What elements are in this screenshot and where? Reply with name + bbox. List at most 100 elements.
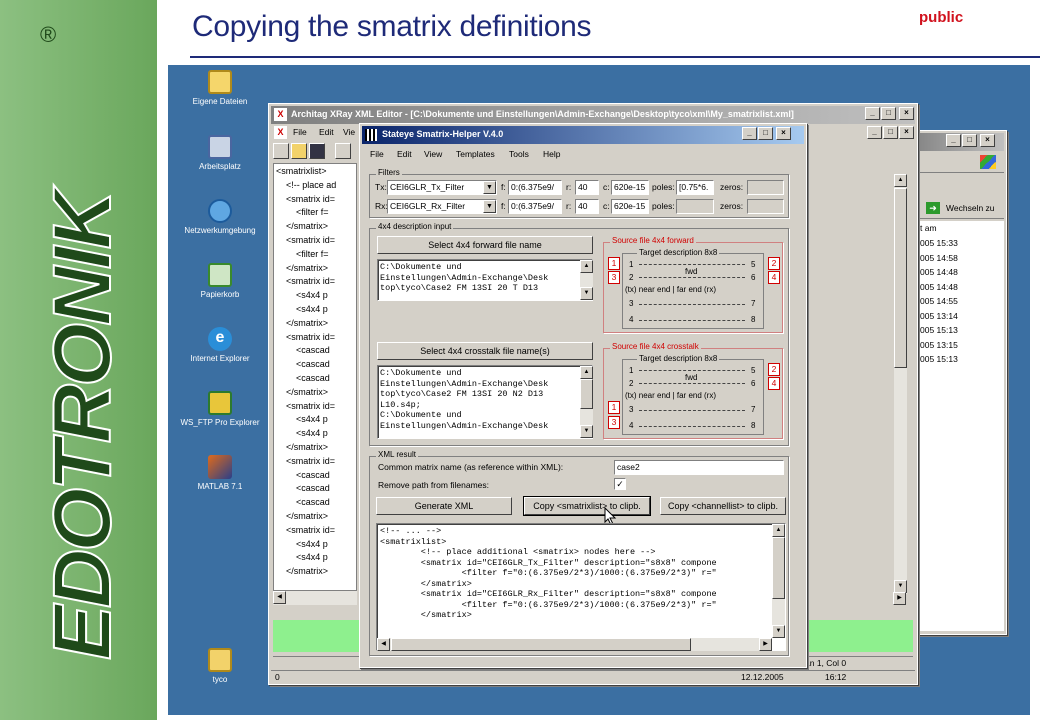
scroll-thumb[interactable] (391, 638, 691, 651)
scroll-right-button[interactable]: ▶ (759, 638, 772, 651)
fwd-src-port-2[interactable]: 2 (768, 257, 780, 270)
xml-tree-line[interactable]: </smatrix> (286, 442, 328, 452)
menu-templates[interactable]: Templates (456, 149, 495, 159)
xt-src-port-2[interactable]: 2 (768, 363, 780, 376)
file-date[interactable]: 005 14:58 (920, 253, 958, 263)
save-icon[interactable] (309, 143, 325, 159)
xml-tree-line[interactable]: <s4x4 p (296, 552, 328, 562)
scroll-up-button[interactable]: ▲ (580, 366, 593, 379)
doc-restore-button[interactable]: □ (883, 126, 898, 139)
menu-edit[interactable]: Edit (397, 149, 412, 159)
xml-tree-line[interactable]: <cascad (296, 483, 330, 493)
xml-tree-line[interactable]: </smatrix> (286, 318, 328, 328)
xml-tree-line[interactable]: <cascad (296, 359, 330, 369)
scroll-up-button[interactable]: ▲ (894, 174, 907, 187)
scroll-down-button[interactable]: ▼ (580, 287, 593, 300)
wechseln-button[interactable]: Wechseln zu (946, 203, 995, 213)
scroll-down-button[interactable]: ▼ (580, 425, 593, 438)
minimize-button[interactable]: _ (946, 134, 961, 147)
maximize-button[interactable]: □ (962, 134, 977, 147)
xml-tree-line[interactable]: <smatrix id= (286, 332, 335, 342)
xt-src-port-1[interactable]: 1 (608, 401, 620, 414)
xml-tree-line[interactable]: <s4x4 p (296, 428, 328, 438)
desktop-icon-eigene-dateien[interactable]: Eigene Dateien (170, 70, 270, 106)
xml-tree-line[interactable]: <smatrix id= (286, 194, 335, 204)
rx-filter-select[interactable]: CEI6GLR_Rx_Filter ▼ (387, 199, 497, 214)
scroll-left-button[interactable]: ◀ (273, 591, 286, 604)
file-date[interactable]: 005 13:15 (920, 340, 958, 350)
xml-tree-line[interactable]: </smatrix> (286, 387, 328, 397)
xml-tree-line[interactable]: </smatrix> (286, 221, 328, 231)
forward-file-textarea[interactable]: C:\Dokumente und Einstellungen\Admin-Exc… (377, 259, 593, 301)
xml-tree-line[interactable]: <cascad (296, 497, 330, 507)
menu-file[interactable]: File (370, 149, 384, 159)
xml-tree-line[interactable]: <filter f= (296, 249, 329, 259)
menu-file[interactable]: File (293, 127, 307, 137)
column-header[interactable]: t am (920, 223, 937, 233)
xml-hscrollbar[interactable]: ◀ (273, 591, 357, 605)
print-icon[interactable] (335, 143, 351, 159)
copy-channellist-button[interactable]: Copy <channellist> to clipb. (660, 497, 786, 515)
xml-tree-line[interactable]: <!-- place ad (286, 180, 336, 190)
desktop-icon-matlab[interactable]: MATLAB 7.1 (170, 455, 270, 491)
scroll-right-button[interactable]: ▶ (893, 592, 906, 605)
xml-tree-line[interactable]: <s4x4 p (296, 414, 328, 424)
desktop-icon-tyco[interactable]: tyco (170, 648, 270, 684)
smatrix-helper-window[interactable]: Stateye Smatrix-Helper V.4.0 _ □ × File … (359, 123, 807, 668)
tx-c-input[interactable]: 620e-15 (611, 180, 649, 195)
xml-tree-line[interactable]: <filter f= (296, 207, 329, 217)
xml-result-vscrollbar[interactable]: ▲ ▼ (772, 524, 785, 638)
scroll-up-button[interactable]: ▲ (772, 524, 785, 537)
minimize-button[interactable]: _ (865, 107, 880, 120)
file-date[interactable]: 005 15:13 (920, 325, 958, 335)
scroll-thumb[interactable] (894, 188, 907, 368)
xml-tree-line[interactable]: <smatrix id= (286, 235, 335, 245)
copy-smatrixlist-button[interactable]: Copy <smatrixlist> to clipb. (524, 497, 650, 515)
xml-tree-line[interactable]: <cascad (296, 345, 330, 355)
xml-tree-line[interactable]: </smatrix> (286, 511, 328, 521)
scroll-down-button[interactable]: ▼ (772, 625, 785, 638)
generate-xml-button[interactable]: Generate XML (376, 497, 512, 515)
file-date[interactable]: 005 14:55 (920, 296, 958, 306)
xt-src-port-4[interactable]: 4 (768, 377, 780, 390)
xml-editor-titlebar[interactable]: Architag XRay XML Editor - [C:\Dokumente… (271, 106, 915, 124)
menu-edit[interactable]: Edit (319, 127, 334, 137)
desktop-icon-internet-explorer[interactable]: e Internet Explorer (170, 327, 270, 363)
fwd-src-port-1[interactable]: 1 (608, 257, 620, 270)
helper-titlebar[interactable]: Stateye Smatrix-Helper V.4.0 (362, 126, 804, 144)
explorer-window[interactable]: _ □ × ➜ Wechseln zu t am 005 15:33 005 14… (905, 130, 1007, 635)
crosstalk-file-textarea[interactable]: C:\Dokumente und Einstellungen\Admin-Exc… (377, 365, 593, 439)
explorer-file-list[interactable]: t am 005 15:33 005 14:58 005 14:48 005 14:4… (908, 221, 1004, 631)
tx-zeros-input[interactable] (747, 180, 784, 195)
rx-poles-input[interactable] (676, 199, 714, 214)
xml-tree-line[interactable]: <smatrix id= (286, 525, 335, 535)
open-folder-icon[interactable] (291, 143, 307, 159)
remove-path-checkbox[interactable]: ✓ (614, 478, 626, 490)
desktop-icon-netzwerk[interactable]: Netzwerkumgebung (170, 199, 270, 235)
xml-tree-line[interactable]: </smatrix> (286, 566, 328, 576)
rx-f-input[interactable]: 0:(6.375e9/ (508, 199, 562, 214)
scroll-thumb[interactable] (580, 379, 593, 409)
file-date[interactable]: 005 14:48 (920, 267, 958, 277)
scroll-left-button[interactable]: ◀ (377, 638, 390, 651)
fwd-src-port-3[interactable]: 3 (608, 271, 620, 284)
xml-tree-line[interactable]: <s4x4 p (296, 290, 328, 300)
xml-vscrollbar[interactable]: ▲ ▼ (894, 174, 907, 594)
xml-tree-line[interactable]: <cascad (296, 373, 330, 383)
xml-result-textarea[interactable]: <!-- ... --> <smatrixlist> <!-- place ad… (376, 523, 786, 651)
close-button[interactable]: × (980, 134, 995, 147)
desktop-icon-wsftp[interactable]: WS_FTP Pro Explorer (170, 391, 270, 427)
new-file-icon[interactable] (273, 143, 289, 159)
xml-tree-line[interactable]: <smatrixlist> (276, 166, 327, 176)
file-date[interactable]: 005 15:13 (920, 354, 958, 364)
close-button[interactable]: × (899, 107, 914, 120)
xml-tree-line[interactable]: </smatrix> (286, 263, 328, 273)
maximize-button[interactable]: □ (881, 107, 896, 120)
forward-file-scrollbar[interactable]: ▲ ▼ (580, 260, 593, 300)
xml-result-hscrollbar[interactable]: ◀ ▶ (377, 638, 772, 651)
xml-tree-line[interactable]: <smatrix id= (286, 401, 335, 411)
xml-tree-line[interactable]: <s4x4 p (296, 539, 328, 549)
menu-view[interactable]: Vie (343, 127, 355, 137)
doc-minimize-button[interactable]: _ (867, 126, 882, 139)
menu-view[interactable]: View (424, 149, 442, 159)
